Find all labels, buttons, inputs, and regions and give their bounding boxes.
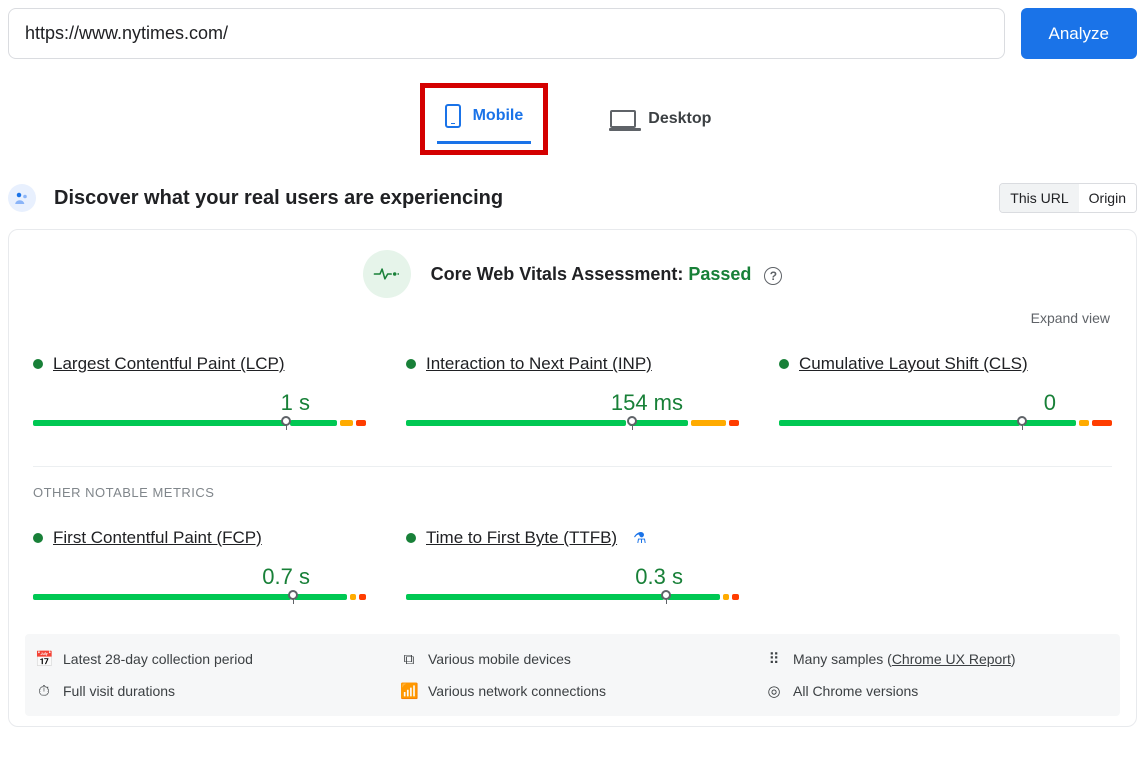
metric-bar <box>406 594 739 604</box>
metric-value: 1 s <box>33 390 310 416</box>
other-metrics-title: OTHER NOTABLE METRICS <box>17 477 1128 500</box>
discover-title: Discover what your real users are experi… <box>54 187 503 210</box>
metric-other-0: First Contentful Paint (FCP) 0.7 s <box>33 528 366 604</box>
metric-cwv-2: Cumulative Layout Shift (CLS) 0 <box>779 354 1112 430</box>
experimental-icon: ⚗ <box>633 529 646 547</box>
metric-cwv-1: Interaction to Next Paint (INP) 154 ms <box>406 354 739 430</box>
metric-bar <box>406 420 739 430</box>
marker <box>281 416 291 426</box>
help-icon[interactable]: ? <box>764 267 782 285</box>
divider <box>33 466 1112 467</box>
metric-value: 0.3 s <box>406 564 683 590</box>
metric-value: 154 ms <box>406 390 683 416</box>
marker <box>1017 416 1027 426</box>
users-icon <box>8 184 36 212</box>
samples-icon: ⠿ <box>765 650 783 668</box>
status-dot <box>33 359 43 369</box>
metric-bar <box>779 420 1112 430</box>
tab-mobile-label: Mobile <box>473 107 524 125</box>
mobile-tab-highlight: Mobile <box>420 83 549 155</box>
stopwatch-icon: ⏱ <box>35 683 53 700</box>
metric-name-link[interactable]: Time to First Byte (TTFB) <box>426 528 617 548</box>
cwv-title-prefix: Core Web Vitals Assessment: <box>431 264 689 284</box>
scope-toggle: This URL Origin <box>999 183 1137 213</box>
desktop-icon <box>610 110 636 128</box>
chrome-icon: ◎ <box>765 682 783 700</box>
marker <box>661 590 671 600</box>
assessment-panel: Core Web Vitals Assessment: Passed ? Exp… <box>8 229 1137 727</box>
footer-samples: Many samples (Chrome UX Report) <box>793 651 1016 667</box>
metric-value: 0 <box>779 390 1056 416</box>
tab-desktop[interactable]: Desktop <box>596 98 725 140</box>
chrome-ux-report-link[interactable]: Chrome UX Report <box>892 651 1011 667</box>
footer-period: Latest 28-day collection period <box>63 651 253 667</box>
url-input[interactable] <box>8 8 1005 59</box>
status-dot <box>406 359 416 369</box>
metric-name-link[interactable]: First Contentful Paint (FCP) <box>53 528 262 548</box>
footer-panel: 📅 Latest 28-day collection period ⧉ Variou… <box>25 634 1120 716</box>
cwv-status: Passed <box>688 264 751 284</box>
footer-network: Various network connections <box>428 683 606 699</box>
metric-cwv-0: Largest Contentful Paint (LCP) 1 s <box>33 354 366 430</box>
cwv-title: Core Web Vitals Assessment: Passed ? <box>431 264 783 285</box>
mobile-icon <box>445 104 461 128</box>
metric-bar <box>33 594 366 604</box>
metric-other-1: Time to First Byte (TTFB) ⚗ 0.3 s <box>406 528 739 604</box>
scope-origin[interactable]: Origin <box>1079 184 1136 212</box>
metric-bar <box>33 420 366 430</box>
network-icon: 📶 <box>400 682 418 700</box>
scope-this-url[interactable]: This URL <box>1000 184 1078 212</box>
calendar-icon: 📅 <box>35 650 53 668</box>
metric-name-link[interactable]: Cumulative Layout Shift (CLS) <box>799 354 1028 374</box>
devices-icon: ⧉ <box>400 651 418 668</box>
expand-view-link[interactable]: Expand view <box>17 298 1128 326</box>
marker <box>627 416 637 426</box>
metric-value: 0.7 s <box>33 564 310 590</box>
status-dot <box>406 533 416 543</box>
status-dot <box>33 533 43 543</box>
footer-devices: Various mobile devices <box>428 651 571 667</box>
analyze-button[interactable]: Analyze <box>1021 8 1137 59</box>
tab-mobile[interactable]: Mobile <box>431 92 538 140</box>
metric-name-link[interactable]: Largest Contentful Paint (LCP) <box>53 354 285 374</box>
status-dot <box>779 359 789 369</box>
footer-versions: All Chrome versions <box>793 683 918 699</box>
marker <box>288 590 298 600</box>
metric-name-link[interactable]: Interaction to Next Paint (INP) <box>426 354 652 374</box>
footer-durations: Full visit durations <box>63 683 175 699</box>
pulse-icon <box>363 250 411 298</box>
tab-desktop-label: Desktop <box>648 110 711 128</box>
